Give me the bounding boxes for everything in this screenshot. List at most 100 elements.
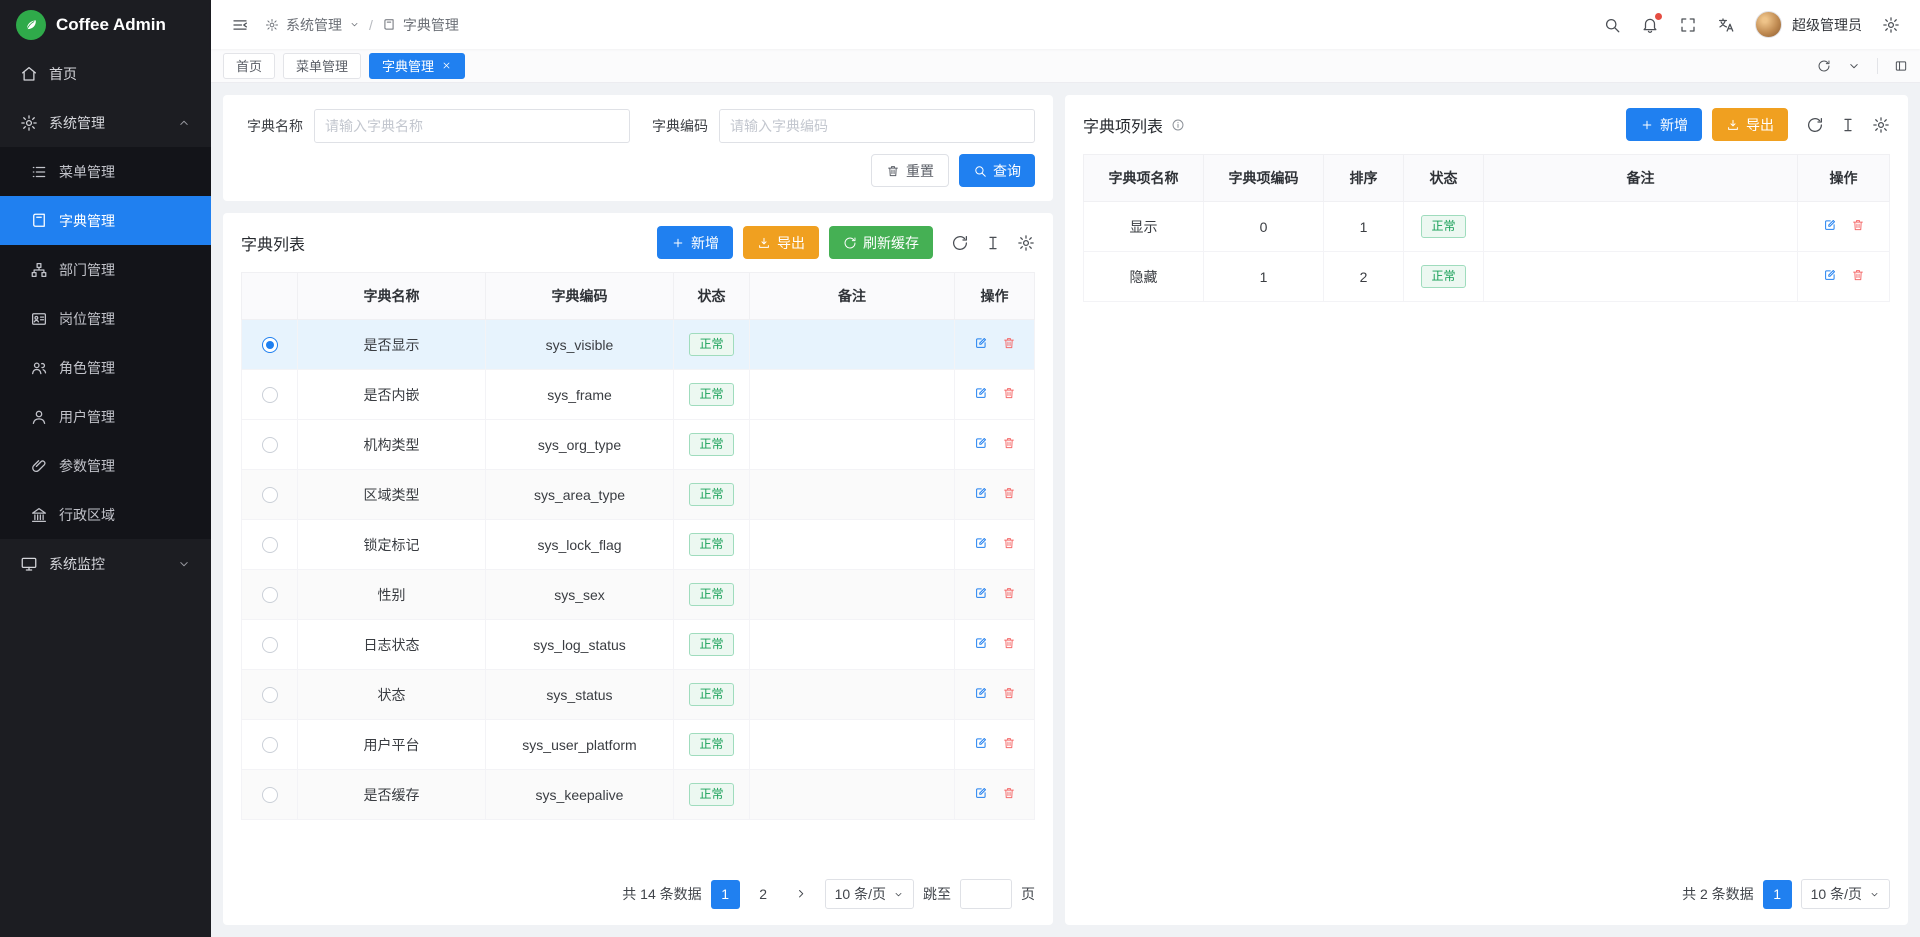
collapse-sidebar-button[interactable] — [231, 16, 249, 34]
next-page-button[interactable] — [787, 880, 816, 909]
sidebar-item-menu-mgmt[interactable]: 菜单管理 — [0, 147, 211, 196]
edit-button[interactable] — [974, 536, 988, 550]
edit-button[interactable] — [974, 336, 988, 350]
row-radio[interactable] — [262, 437, 278, 453]
table-row[interactable]: 是否显示 sys_visible 正常 — [242, 320, 1035, 370]
table-row[interactable]: 锁定标记 sys_lock_flag 正常 — [242, 520, 1035, 570]
delete-button[interactable] — [1851, 268, 1865, 282]
delete-button[interactable] — [1002, 536, 1016, 550]
language-button[interactable] — [1717, 16, 1735, 34]
add-dict-button[interactable]: 新增 — [657, 226, 733, 259]
sidebar-item-system[interactable]: 系统管理 — [0, 98, 211, 147]
sidebar-item-dict-mgmt[interactable]: 字典管理 — [0, 196, 211, 245]
notifications-button[interactable] — [1641, 16, 1659, 34]
table-row[interactable]: 日志状态 sys_log_status 正常 — [242, 620, 1035, 670]
sidebar-item-user-mgmt[interactable]: 用户管理 — [0, 392, 211, 441]
current-user-name[interactable]: 超级管理员 — [1792, 15, 1862, 35]
refresh-cache-button[interactable]: 刷新缓存 — [829, 226, 933, 259]
table-row[interactable]: 显示 0 1 正常 — [1084, 202, 1890, 252]
edit-button[interactable] — [974, 786, 988, 800]
table-settings-button[interactable] — [1017, 234, 1035, 252]
tab-menu-mgmt[interactable]: 菜单管理 — [283, 53, 361, 79]
close-icon[interactable] — [441, 60, 452, 71]
breadcrumb-system[interactable]: 系统管理 — [286, 15, 342, 35]
edit-button[interactable] — [974, 636, 988, 650]
dict-name-input[interactable] — [314, 109, 630, 143]
row-radio[interactable] — [262, 537, 278, 553]
edit-button[interactable] — [974, 736, 988, 750]
settings-button[interactable] — [1882, 16, 1900, 34]
tab-home[interactable]: 首页 — [223, 53, 275, 79]
reset-button[interactable]: 重置 — [871, 154, 949, 187]
delete-button[interactable] — [1002, 586, 1016, 600]
sidebar-item-monitor[interactable]: 系统监控 — [0, 539, 211, 588]
dict-code-cell: sys_visible — [486, 320, 674, 370]
delete-button[interactable] — [1002, 786, 1016, 800]
table-row[interactable]: 用户平台 sys_user_platform 正常 — [242, 720, 1035, 770]
table-density-button[interactable] — [984, 234, 1002, 252]
table-row[interactable]: 是否缓存 sys_keepalive 正常 — [242, 770, 1035, 820]
delete-button[interactable] — [1002, 436, 1016, 450]
page-size-select[interactable]: 10 条/页 — [1801, 879, 1890, 909]
edit-button[interactable] — [974, 586, 988, 600]
edit-button[interactable] — [974, 386, 988, 400]
density-icon — [984, 234, 1002, 252]
delete-button[interactable] — [1851, 218, 1865, 232]
export-dict-item-button[interactable]: 导出 — [1712, 108, 1788, 141]
table-row[interactable]: 是否内嵌 sys_frame 正常 — [242, 370, 1035, 420]
table-row[interactable]: 性别 sys_sex 正常 — [242, 570, 1035, 620]
edit-button[interactable] — [974, 686, 988, 700]
edit-button[interactable] — [1823, 268, 1837, 282]
edit-button[interactable] — [974, 436, 988, 450]
query-button[interactable]: 查询 — [959, 154, 1035, 187]
refresh-cache-label: 刷新缓存 — [863, 233, 919, 253]
sidebar-item-home[interactable]: 首页 — [0, 49, 211, 98]
header-actions: 超级管理员 — [1603, 11, 1900, 38]
delete-button[interactable] — [1002, 336, 1016, 350]
table-row[interactable]: 机构类型 sys_org_type 正常 — [242, 420, 1035, 470]
row-radio[interactable] — [262, 487, 278, 503]
page-button-2[interactable]: 2 — [749, 880, 778, 909]
delete-button[interactable] — [1002, 386, 1016, 400]
row-radio[interactable] — [262, 587, 278, 603]
export-dict-button[interactable]: 导出 — [743, 226, 819, 259]
row-radio[interactable] — [262, 337, 278, 353]
row-radio[interactable] — [262, 687, 278, 703]
delete-button[interactable] — [1002, 486, 1016, 500]
row-radio[interactable] — [262, 737, 278, 753]
page-content: 字典名称 字典编码 重置 查询 — [211, 83, 1920, 937]
page-size-select[interactable]: 10 条/页 — [825, 879, 914, 909]
table-settings-button[interactable] — [1872, 116, 1890, 134]
jump-page-input[interactable] — [960, 879, 1012, 909]
table-row[interactable]: 区域类型 sys_area_type 正常 — [242, 470, 1035, 520]
add-dict-item-button[interactable]: 新增 — [1626, 108, 1702, 141]
sidebar-item-dept-mgmt[interactable]: 部门管理 — [0, 245, 211, 294]
content-fullscreen-button[interactable] — [1894, 59, 1908, 73]
reload-table-button[interactable] — [1806, 116, 1824, 134]
edit-button[interactable] — [1823, 218, 1837, 232]
edit-button[interactable] — [974, 486, 988, 500]
fullscreen-button[interactable] — [1679, 16, 1697, 34]
row-radio[interactable] — [262, 387, 278, 403]
page-button-1[interactable]: 1 — [711, 880, 740, 909]
table-density-button[interactable] — [1839, 116, 1857, 134]
sidebar-item-role-mgmt[interactable]: 角色管理 — [0, 343, 211, 392]
tab-dict-mgmt[interactable]: 字典管理 — [369, 53, 465, 79]
dict-code-input[interactable] — [719, 109, 1035, 143]
sidebar-item-region-mgmt[interactable]: 行政区域 — [0, 490, 211, 539]
page-button-1[interactable]: 1 — [1763, 880, 1792, 909]
tab-options-button[interactable] — [1847, 59, 1861, 73]
table-row[interactable]: 状态 sys_status 正常 — [242, 670, 1035, 720]
search-button[interactable] — [1603, 16, 1621, 34]
delete-button[interactable] — [1002, 636, 1016, 650]
sidebar-item-param-mgmt[interactable]: 参数管理 — [0, 441, 211, 490]
reload-table-button[interactable] — [951, 234, 969, 252]
delete-button[interactable] — [1002, 736, 1016, 750]
sidebar-item-post-mgmt[interactable]: 岗位管理 — [0, 294, 211, 343]
refresh-page-button[interactable] — [1817, 59, 1831, 73]
row-radio[interactable] — [262, 637, 278, 653]
delete-button[interactable] — [1002, 686, 1016, 700]
table-row[interactable]: 隐藏 1 2 正常 — [1084, 252, 1890, 302]
row-radio[interactable] — [262, 787, 278, 803]
avatar[interactable] — [1755, 11, 1782, 38]
